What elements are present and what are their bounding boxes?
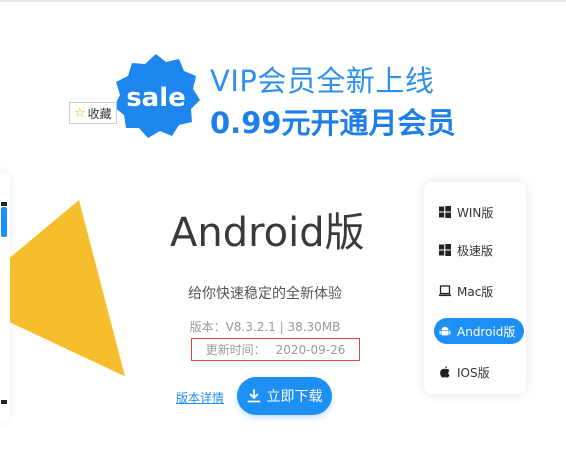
windows-icon bbox=[439, 244, 451, 256]
android-icon bbox=[439, 326, 451, 336]
platform-label: WIN版 bbox=[457, 205, 494, 220]
side-panel-tab[interactable] bbox=[1, 207, 7, 237]
platform-label: 极速版 bbox=[457, 243, 494, 258]
platform-item-lite[interactable]: 极速版 bbox=[434, 237, 524, 263]
windows-icon bbox=[439, 206, 451, 218]
laptop-icon bbox=[439, 285, 451, 297]
favorites-button[interactable]: ☆ 收藏 bbox=[69, 102, 117, 124]
star-icon: ☆ bbox=[74, 105, 86, 121]
download-label: 立即下载 bbox=[266, 389, 323, 405]
platform-label: IOS版 bbox=[457, 365, 490, 380]
update-time-label: 更新时间： bbox=[205, 343, 266, 357]
platform-item-ios[interactable]: IOS版 bbox=[434, 359, 524, 385]
update-time-box: 更新时间： 2020-09-26 bbox=[191, 338, 360, 361]
version-details-link[interactable]: 版本详情 bbox=[176, 389, 224, 406]
download-icon bbox=[247, 389, 260, 403]
promo-offer: 0.99元开通月会员 bbox=[210, 106, 456, 140]
sale-badge-text: sale bbox=[126, 83, 186, 113]
promo-headline: VIP会员全新上线 bbox=[210, 64, 435, 98]
apple-icon bbox=[440, 366, 450, 378]
platform-label: Mac版 bbox=[457, 284, 494, 299]
platform-menu: WIN版 极速版 Mac版 Android版 IOS版 bbox=[424, 182, 526, 394]
platform-item-mac[interactable]: Mac版 bbox=[434, 278, 524, 304]
side-panel-mark bbox=[1, 202, 7, 206]
platform-item-win[interactable]: WIN版 bbox=[434, 199, 524, 225]
favorites-label: 收藏 bbox=[87, 106, 112, 121]
download-button[interactable]: 立即下载 bbox=[237, 377, 332, 415]
platform-label: Android版 bbox=[457, 324, 516, 339]
page-title: Android版 bbox=[170, 210, 365, 256]
sale-badge[interactable]: sale bbox=[112, 52, 200, 140]
update-time-value: 2020-09-26 bbox=[275, 342, 346, 357]
platform-item-android[interactable]: Android版 bbox=[434, 318, 524, 344]
top-divider bbox=[0, 0, 566, 2]
side-panel-mark bbox=[1, 400, 7, 404]
